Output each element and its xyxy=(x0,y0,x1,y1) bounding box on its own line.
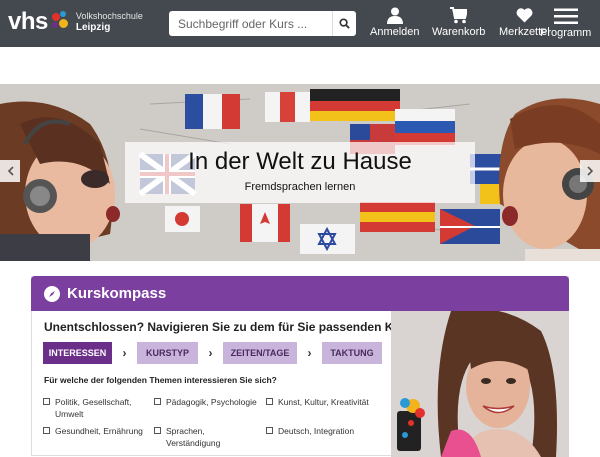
woman-with-phone-image xyxy=(391,311,569,457)
search-button[interactable] xyxy=(332,11,356,36)
slider-next-button[interactable] xyxy=(580,160,600,182)
hero-caption: In der Welt zu Hause Fremdsprachen lerne… xyxy=(125,142,475,203)
option-label: Politik, Gesellschaft, Umwelt xyxy=(55,397,132,419)
logo-line-2: Leipzig xyxy=(75,22,111,33)
search-input[interactable] xyxy=(169,11,331,36)
checkbox[interactable] xyxy=(43,427,50,434)
logo-dots-icon xyxy=(50,10,74,34)
chevron-left-icon xyxy=(7,166,14,176)
search-icon xyxy=(339,18,350,29)
kurskompass-question: Unentschlossen? Navigieren Sie zu dem fü… xyxy=(44,320,416,334)
option-label: Deutsch, Integration xyxy=(278,426,355,436)
kurskompass-header: Kurskompass xyxy=(31,276,569,311)
hero-title: In der Welt zu Hause xyxy=(188,148,412,175)
checkbox[interactable] xyxy=(266,398,273,405)
chevron-right-icon xyxy=(586,166,593,176)
checkbox[interactable] xyxy=(154,427,161,434)
option-label: Kunst, Kultur, Kreativität xyxy=(278,397,369,407)
logo-wordmark: vhs xyxy=(8,8,48,35)
option-label: Sprachen, Verständigung xyxy=(166,426,221,448)
kurskompass-steps: INTERESSEN › KURSTYP › ZEITEN/TAGE › TAK… xyxy=(43,342,382,364)
nav-cart[interactable]: Warenkorb xyxy=(432,7,485,38)
kurskompass-card: Kurskompass Unentschlossen? Navigieren S… xyxy=(31,276,569,457)
option-label: Gesundheit, Ernährung xyxy=(55,426,143,436)
slider-prev-button[interactable] xyxy=(0,160,20,182)
nav-program-menu[interactable]: Programm xyxy=(540,8,591,39)
option-sprachen[interactable]: Sprachen, Verständigung xyxy=(154,425,254,449)
themes-question: Für welche der folgenden Themen interess… xyxy=(44,375,277,385)
step-interessen[interactable]: INTERESSEN xyxy=(43,342,112,364)
option-politik[interactable]: Politik, Gesellschaft, Umwelt xyxy=(43,396,143,420)
logo-subtitle: Volkshochschule Leipzig xyxy=(76,11,143,33)
checkbox[interactable] xyxy=(154,398,161,405)
option-paedagogik[interactable]: Pädagogik, Psychologie xyxy=(154,396,264,408)
step-zeiten-tage[interactable]: ZEITEN/TAGE xyxy=(223,342,297,364)
option-label: Pädagogik, Psychologie xyxy=(166,397,257,407)
user-icon xyxy=(386,7,403,24)
step-kurstyp[interactable]: KURSTYP xyxy=(137,342,198,364)
nav-cart-label: Warenkorb xyxy=(432,26,486,38)
step-arrow-icon: › xyxy=(122,346,127,360)
step-taktung[interactable]: TAKTUNG xyxy=(322,342,382,364)
compass-icon xyxy=(44,285,60,302)
step-arrow-icon: › xyxy=(307,346,312,360)
step-arrow-icon: › xyxy=(208,346,213,360)
hero-subtitle: Fremdsprachen lernen xyxy=(244,181,356,193)
search-box xyxy=(169,11,356,36)
top-navigation-bar: vhs Volkshochschule Leipzig Anmelden xyxy=(0,0,600,47)
nav-program-label: Programm xyxy=(540,27,592,39)
heart-icon xyxy=(516,8,533,23)
cart-icon xyxy=(450,7,468,24)
hero-slider: In der Welt zu Hause Fremdsprachen lerne… xyxy=(0,84,600,261)
kurskompass-photo xyxy=(391,311,569,457)
checkbox[interactable] xyxy=(266,427,273,434)
option-gesundheit[interactable]: Gesundheit, Ernährung xyxy=(43,425,153,437)
option-kunst[interactable]: Kunst, Kultur, Kreativität xyxy=(266,396,386,408)
vhs-logo[interactable]: vhs Volkshochschule Leipzig xyxy=(8,8,143,36)
logo-line-1: Volkshochschule xyxy=(75,11,143,21)
kurskompass-title: Kurskompass xyxy=(67,285,167,302)
nav-login-label: Anmelden xyxy=(370,26,420,38)
menu-icon xyxy=(553,8,578,24)
checkbox[interactable] xyxy=(43,398,50,405)
option-deutsch[interactable]: Deutsch, Integration xyxy=(266,425,386,437)
nav-login[interactable]: Anmelden xyxy=(370,7,420,38)
